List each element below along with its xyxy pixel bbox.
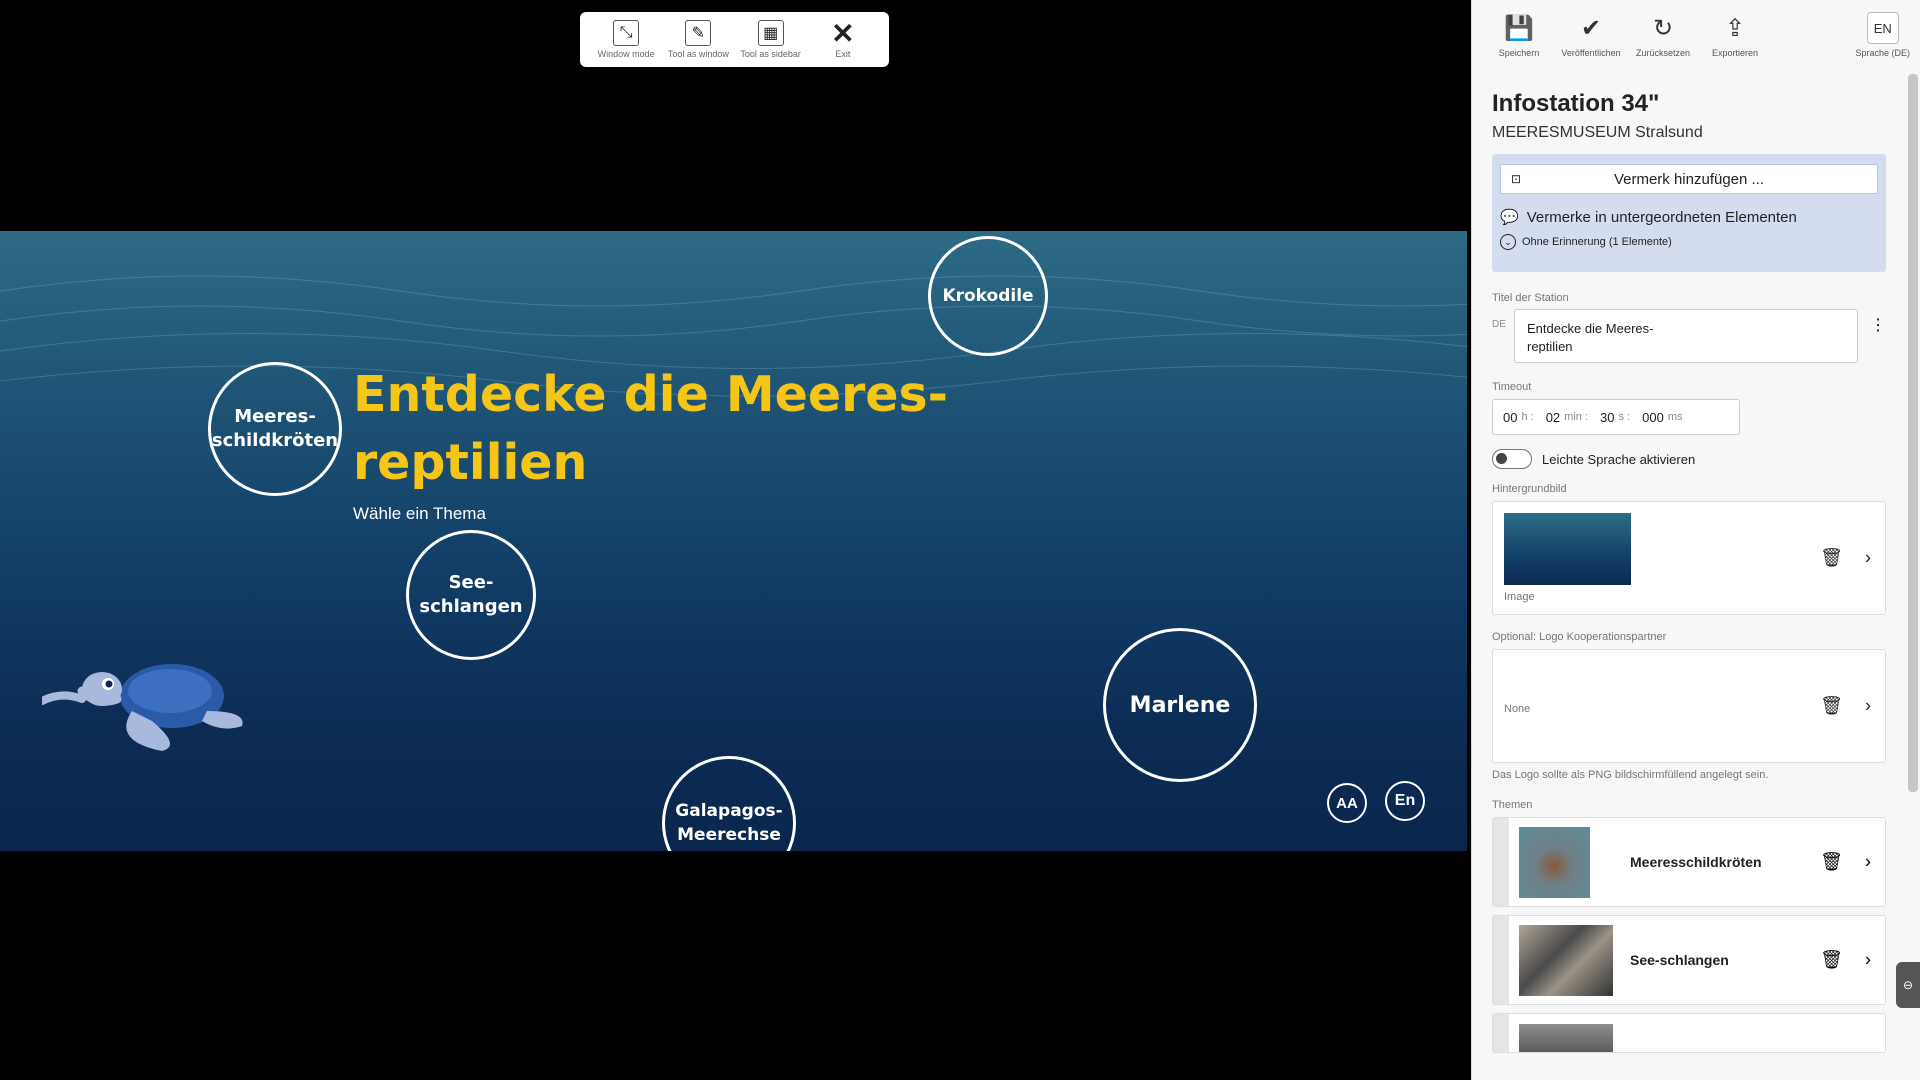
- chevron-right-icon[interactable]: ›: [1865, 852, 1871, 873]
- station-preview: Krokodile Meeres- schildkröten See- schl…: [0, 231, 1467, 851]
- drag-handle[interactable]: [1493, 818, 1509, 906]
- check-icon: ✔: [1580, 14, 1602, 42]
- font-size-button[interactable]: AA: [1327, 783, 1367, 823]
- window-mode-button[interactable]: ⤡ Window mode: [591, 20, 661, 59]
- sub-element-notes: 💬 Vermerke in untergeordneten Elementen: [1500, 208, 1797, 227]
- theme-thumbnail: [1519, 826, 1590, 898]
- save-icon: 💾: [1504, 14, 1534, 42]
- language-tag: DE: [1492, 319, 1506, 330]
- chevron-right-icon[interactable]: ›: [1865, 696, 1871, 717]
- side-tab-button[interactable]: ⊖: [1896, 962, 1920, 1008]
- title-label: Titel der Station: [1492, 292, 1569, 304]
- title-row: DE Entdecke die Meeres- reptilien ⋮: [1492, 309, 1886, 363]
- add-note-button[interactable]: ⊡ Vermerk hinzufügen ...: [1500, 164, 1878, 194]
- logo-hint: Das Logo sollte als PNG bildschirmfüllen…: [1492, 769, 1769, 781]
- publish-button[interactable]: ✔ Veröffentlichen: [1561, 12, 1620, 59]
- language-button[interactable]: En: [1385, 781, 1425, 821]
- themes-label: Themen: [1492, 799, 1533, 811]
- timeout-input[interactable]: 00 h : 02 min : 30 s : 000 ms: [1492, 399, 1740, 435]
- scrollbar[interactable]: [1908, 74, 1918, 792]
- upload-icon: ⇪: [1724, 14, 1746, 42]
- background-image-card[interactable]: Image 🗑 ›: [1492, 501, 1886, 615]
- close-icon: ✕: [831, 17, 855, 49]
- timeout-label: Timeout: [1492, 381, 1532, 393]
- stage: ⤡ Window mode ✎ Tool as window ▦ Tool as…: [0, 0, 1471, 1080]
- trash-icon[interactable]: 🗑: [1820, 548, 1843, 569]
- logo-label: Optional: Logo Kooperationspartner: [1492, 631, 1667, 643]
- tool-as-sidebar-button[interactable]: ▦ Tool as sidebar: [736, 20, 806, 59]
- no-reminder-toggle[interactable]: ⌄ Ohne Erinnerung (1 Elemente): [1500, 234, 1878, 250]
- export-button[interactable]: ⇪ Exportieren: [1706, 12, 1764, 59]
- note-icon: ⊡: [1511, 172, 1522, 186]
- bubble-meeresschildkroeten[interactable]: Meeres- schildkröten: [208, 362, 342, 496]
- main-title: Entdecke die Meeres- reptilien: [353, 366, 948, 491]
- trash-icon[interactable]: 🗑: [1820, 852, 1843, 873]
- theme-item[interactable]: [1492, 1013, 1886, 1053]
- chevron-right-icon[interactable]: ›: [1865, 548, 1871, 569]
- language-select-button[interactable]: EN Sprache (DE): [1855, 12, 1910, 58]
- exit-button[interactable]: ✕ Exit: [808, 17, 878, 60]
- refresh-icon: ↻: [1652, 14, 1674, 42]
- turtle-illustration: [42, 664, 243, 751]
- panel-toolbar: 💾 Speichern ✔ Veröffentlichen ↻ Zurückse…: [1472, 0, 1920, 70]
- chevron-right-icon[interactable]: ›: [1865, 950, 1871, 971]
- floating-toolbar: ⤡ Window mode ✎ Tool as window ▦ Tool as…: [580, 12, 889, 67]
- bubble-krokodile[interactable]: Krokodile: [928, 236, 1048, 356]
- station-title: Infostation 34": [1492, 90, 1660, 117]
- trash-icon[interactable]: 🗑: [1820, 696, 1843, 717]
- light-language-row: Leichte Sprache aktivieren: [1492, 449, 1886, 469]
- save-button[interactable]: 💾 Speichern: [1490, 12, 1548, 59]
- more-vert-icon[interactable]: ⋮: [1870, 309, 1886, 335]
- reset-button[interactable]: ↻ Zurücksetzen: [1634, 12, 1692, 59]
- theme-item[interactable]: See-schlangen 🗑 ›: [1492, 915, 1886, 1005]
- notes-box: ⊡ Vermerk hinzufügen ... 💬 Vermerke in u…: [1492, 154, 1886, 272]
- comment-icon: 💬: [1500, 209, 1519, 226]
- drag-handle[interactable]: [1493, 1014, 1509, 1052]
- sidebar-icon: ▦: [757, 20, 784, 46]
- panel-body: Infostation 34" MEERESMUSEUM Stralsund ⊡…: [1492, 90, 1886, 1053]
- chevron-down-icon: ⌄: [1500, 234, 1516, 250]
- theme-thumbnail: [1519, 924, 1613, 996]
- tool-as-window-button[interactable]: ✎ Tool as window: [663, 20, 733, 59]
- edit-icon: ✎: [685, 20, 712, 46]
- bubble-marlene[interactable]: Marlene: [1103, 628, 1257, 782]
- subtitle: Wähle ein Thema: [353, 504, 486, 523]
- theme-item[interactable]: Meeresschildkröten 🗑 ›: [1492, 817, 1886, 907]
- theme-thumbnail: [1519, 1024, 1613, 1052]
- light-language-toggle[interactable]: [1492, 449, 1532, 469]
- trash-icon[interactable]: 🗑: [1820, 950, 1843, 971]
- logo-card[interactable]: None 🗑 ›: [1492, 649, 1886, 763]
- editor-panel: 💾 Speichern ✔ Veröffentlichen ↻ Zurückse…: [1471, 0, 1920, 1080]
- station-subtitle: MEERESMUSEUM Stralsund: [1492, 124, 1703, 141]
- background-thumbnail: [1504, 513, 1631, 585]
- station-title-input[interactable]: Entdecke die Meeres- reptilien: [1514, 309, 1858, 363]
- compress-icon: ⤡: [613, 20, 640, 46]
- background-label: Hintergrundbild: [1492, 483, 1567, 495]
- drag-handle[interactable]: [1493, 916, 1509, 1004]
- bubble-seeschlangen[interactable]: See- schlangen: [406, 530, 536, 660]
